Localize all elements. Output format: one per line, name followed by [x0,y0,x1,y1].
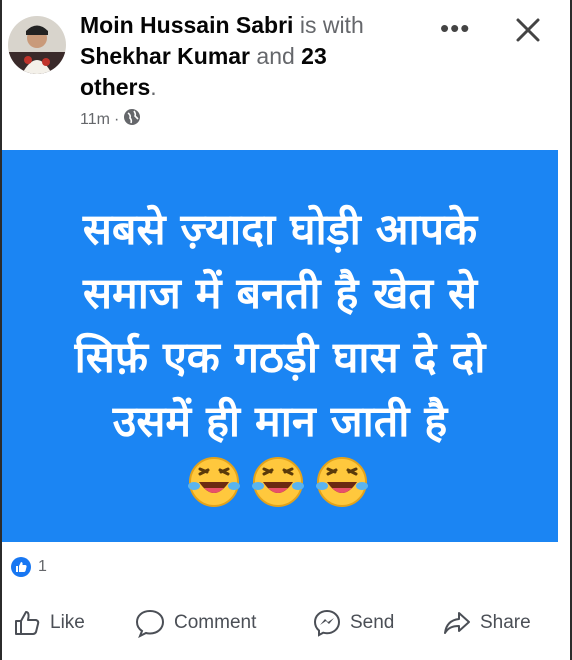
laughing-face-icon [316,457,368,507]
like-reaction-icon [11,557,31,577]
reaction-count: 1 [38,558,47,575]
share-icon [444,612,470,634]
share-label: Share [480,612,531,633]
comment-icon [135,609,165,638]
share-button[interactable]: Share [442,608,531,638]
reaction-summary[interactable]: 1 [10,556,47,578]
meta-separator: · [113,110,120,128]
comment-button[interactable]: Comment [134,608,256,638]
like-label: Like [50,612,85,633]
like-button[interactable]: Like [12,608,85,638]
more-horizontal-icon: ••• [440,13,471,43]
post-line-3: सिर्फ़ एक गठड़ी घास दे दो [74,333,486,383]
thumbs-up-icon [15,611,40,635]
send-button[interactable]: Send [312,608,394,638]
post-actions: Like Comment Send Share [0,600,572,650]
messenger-icon [313,609,341,637]
others-label[interactable]: others [80,74,150,100]
comment-label: Comment [174,612,257,633]
send-label: Send [350,612,395,633]
close-button[interactable] [510,12,546,48]
post-title: Moin Hussain Sabri is with Shekhar Kumar… [80,10,410,103]
post-line-1: सबसे ज़्यादा घोड़ी आपके [82,205,478,255]
tagged-person[interactable]: Shekhar Kumar [80,43,250,69]
laughing-face-icon [252,457,304,507]
close-icon [516,18,540,42]
post-time[interactable]: 11m [80,111,110,129]
post-meta: 11m · [80,108,141,131]
period: . [150,74,157,100]
author-avatar[interactable] [8,16,66,74]
author-name[interactable]: Moin Hussain Sabri [80,12,293,38]
post-header: Moin Hussain Sabri is with Shekhar Kumar… [0,0,572,150]
post-line-2: समाज में बनती है खेत से [82,269,478,319]
with-text: is with [299,12,364,38]
globe-icon [123,108,141,131]
others-count[interactable]: 23 [301,43,327,69]
post-line-4: उसमें ही मान जाती है [112,397,448,447]
laughing-face-icon [188,457,240,507]
post-image[interactable]: सबसे ज़्यादा घोड़ी आपके समाज में बनती है… [2,150,558,542]
and-text: and [256,43,295,69]
post-image-text: सबसे ज़्यादा घोड़ी आपके समाज में बनती है… [2,198,558,454]
emoji-row [186,452,370,508]
more-options-button[interactable]: ••• [440,15,484,42]
